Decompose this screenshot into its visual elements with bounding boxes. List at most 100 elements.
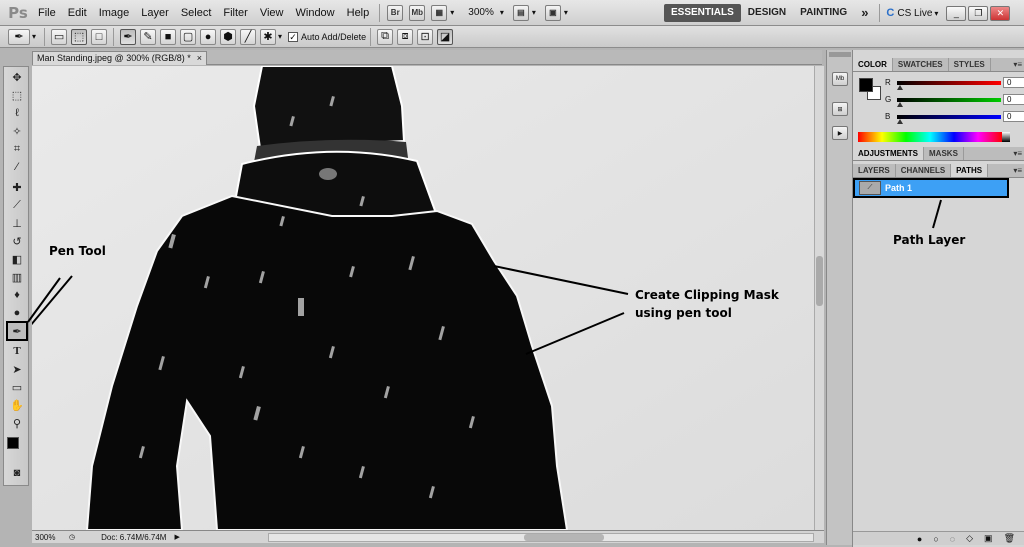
- custom-shape-button[interactable]: ✱: [260, 28, 277, 45]
- menu-file[interactable]: File: [32, 0, 62, 26]
- menu-image[interactable]: Image: [93, 0, 136, 26]
- panel-menu-icon[interactable]: ▾≡: [1013, 149, 1022, 158]
- menu-edit[interactable]: Edit: [62, 0, 93, 26]
- view-extras-button[interactable]: ▦: [431, 4, 448, 21]
- minimize-button[interactable]: _: [946, 5, 967, 21]
- path-intersect-button[interactable]: ⊡: [417, 28, 434, 45]
- polygon-shape-button[interactable]: ⬢: [220, 28, 237, 45]
- fill-pixels-button[interactable]: □: [91, 28, 108, 45]
- restore-button[interactable]: ❐: [968, 5, 989, 21]
- menu-help[interactable]: Help: [341, 0, 376, 26]
- tab-adjustments[interactable]: ADJUSTMENTS: [853, 147, 925, 160]
- workspace-painting[interactable]: PAINTING: [793, 4, 854, 22]
- paths-mode-button[interactable]: ⬚: [71, 28, 88, 45]
- ellipse-shape-button[interactable]: ●: [200, 28, 217, 45]
- chevron-right-icon[interactable]: ▶: [174, 533, 179, 541]
- tab-layers[interactable]: LAYERS: [853, 164, 896, 177]
- document-tab[interactable]: Man Standing.jpeg @ 300% (RGB/8) * ×: [32, 51, 207, 65]
- red-slider[interactable]: [897, 81, 1001, 85]
- close-icon[interactable]: ×: [197, 52, 202, 65]
- quick-selection-tool[interactable]: ✧: [7, 123, 27, 139]
- blue-slider[interactable]: [897, 115, 1001, 119]
- path-selection-tool[interactable]: ➤: [7, 361, 27, 377]
- brush-tool[interactable]: ⟋: [7, 197, 27, 213]
- path-add-button[interactable]: ⧉: [377, 28, 394, 45]
- workspace-design[interactable]: DESIGN: [741, 4, 793, 22]
- rectangle-shape-button[interactable]: ■: [160, 28, 177, 45]
- tab-channels[interactable]: CHANNELS: [896, 164, 952, 177]
- foreground-color-picker[interactable]: [859, 78, 873, 92]
- new-path-button[interactable]: ▣: [984, 533, 993, 544]
- quick-mask-button[interactable]: ◙: [7, 465, 27, 481]
- blue-value-field[interactable]: 0: [1003, 111, 1024, 122]
- workspace-essentials[interactable]: ESSENTIALS: [664, 4, 741, 22]
- green-slider[interactable]: [897, 98, 1001, 102]
- pen-mode-button[interactable]: ✒: [120, 28, 137, 45]
- rounded-rectangle-button[interactable]: ▢: [180, 28, 197, 45]
- history-panel-button[interactable]: ⊞: [832, 102, 848, 116]
- menu-select[interactable]: Select: [175, 0, 218, 26]
- type-tool[interactable]: T: [7, 343, 27, 359]
- hand-tool[interactable]: ✋: [7, 397, 27, 413]
- path-exclude-button[interactable]: ◪: [437, 28, 454, 45]
- eraser-tool[interactable]: ◧: [7, 251, 27, 267]
- bridge-button[interactable]: Br: [387, 4, 404, 21]
- tool-preset-picker[interactable]: ✒: [8, 28, 30, 45]
- shape-tool[interactable]: ▭: [7, 379, 27, 395]
- close-button[interactable]: ✕: [990, 5, 1011, 21]
- green-value-field[interactable]: 0: [1003, 94, 1024, 105]
- eyedropper-tool[interactable]: ⁄: [7, 159, 27, 175]
- mini-bridge-button[interactable]: Mb: [409, 4, 426, 21]
- cslive-button[interactable]: CS Live: [897, 8, 932, 19]
- path-subtract-button[interactable]: ⧈: [397, 28, 414, 45]
- auto-add-delete-checkbox[interactable]: ✓: [288, 31, 299, 42]
- mini-bridge-panel-button[interactable]: Mb: [832, 72, 848, 86]
- tab-color[interactable]: COLOR: [853, 58, 893, 71]
- menu-view[interactable]: View: [254, 0, 290, 26]
- vertical-scrollbar[interactable]: [814, 66, 824, 530]
- load-selection-button[interactable]: ◌: [950, 534, 955, 544]
- horizontal-scroll-thumb[interactable]: [524, 534, 604, 541]
- arrange-documents-button[interactable]: ▤: [512, 4, 529, 21]
- stroke-path-button[interactable]: ○: [933, 534, 938, 544]
- crop-tool[interactable]: ⌗: [7, 141, 27, 157]
- panel-menu-icon[interactable]: ▾≡: [1013, 60, 1022, 69]
- path-layer-row[interactable]: ⟋ Path 1: [853, 178, 1009, 198]
- vertical-scroll-thumb[interactable]: [816, 256, 823, 306]
- actions-panel-button[interactable]: ▶: [832, 126, 848, 140]
- screen-mode-button[interactable]: ▣: [544, 4, 561, 21]
- lasso-tool[interactable]: ℓ: [7, 105, 27, 121]
- menu-layer[interactable]: Layer: [135, 0, 175, 26]
- line-shape-button[interactable]: ╱: [240, 28, 257, 45]
- more-workspaces-button[interactable]: »: [854, 4, 875, 22]
- tab-styles[interactable]: STYLES: [949, 58, 991, 71]
- move-tool[interactable]: ✥: [7, 69, 27, 85]
- menu-window[interactable]: Window: [290, 0, 341, 26]
- red-slider-knob[interactable]: [897, 85, 903, 90]
- color-spectrum-bar[interactable]: [858, 132, 1002, 142]
- status-zoom[interactable]: 300%: [35, 533, 61, 542]
- freeform-pen-button[interactable]: ✎: [140, 28, 157, 45]
- history-brush-tool[interactable]: ↺: [7, 233, 27, 249]
- make-work-path-button[interactable]: ◇: [966, 533, 973, 544]
- healing-brush-tool[interactable]: ✚: [7, 179, 27, 195]
- grayscale-ramp[interactable]: [1002, 132, 1010, 142]
- panel-menu-icon[interactable]: ▾≡: [1013, 166, 1022, 175]
- delete-path-button[interactable]: 🗑: [1004, 533, 1015, 544]
- tab-masks[interactable]: MASKS: [924, 147, 964, 160]
- foreground-color-swatch[interactable]: [7, 437, 19, 449]
- horizontal-scrollbar[interactable]: [268, 533, 814, 542]
- zoom-level[interactable]: 300%: [468, 7, 494, 18]
- zoom-tool[interactable]: ⚲: [7, 415, 27, 431]
- marquee-tool[interactable]: ⬚: [7, 87, 27, 103]
- green-slider-knob[interactable]: [897, 102, 903, 107]
- blue-slider-knob[interactable]: [897, 119, 903, 124]
- tab-swatches[interactable]: SWATCHES: [893, 58, 949, 71]
- tab-paths[interactable]: PATHS: [951, 164, 989, 177]
- strip-grip[interactable]: [829, 52, 851, 57]
- red-value-field[interactable]: 0: [1003, 77, 1024, 88]
- fill-path-button[interactable]: ●: [917, 534, 922, 544]
- menu-filter[interactable]: Filter: [217, 0, 253, 26]
- clone-stamp-tool[interactable]: ⊥: [7, 215, 27, 231]
- document-canvas[interactable]: Pen Tool Create Clipping Mask using pen …: [32, 66, 814, 530]
